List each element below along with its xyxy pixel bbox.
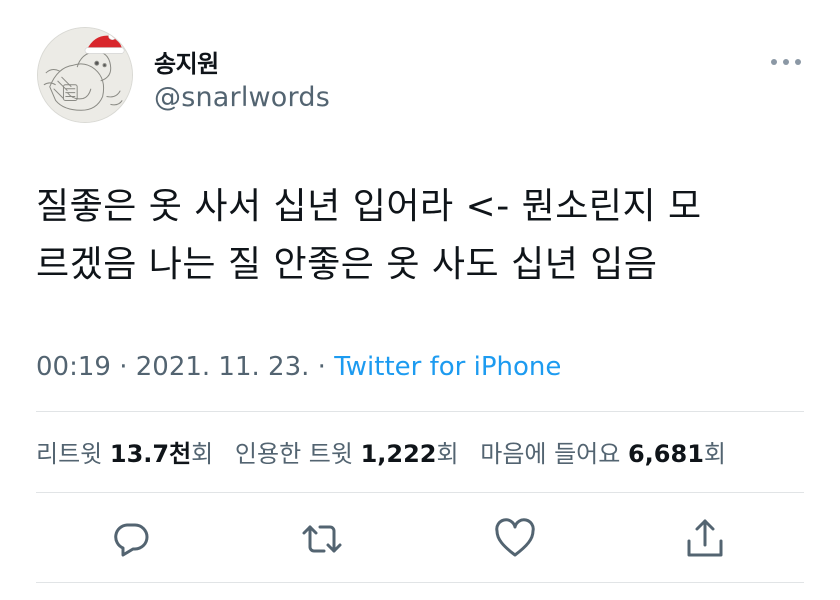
quotes-label: 인용한 트윗 bbox=[234, 440, 361, 468]
divider bbox=[36, 582, 804, 583]
retweets-stat[interactable]: 리트윗 13.7천회 bbox=[36, 440, 213, 468]
heart-icon bbox=[495, 518, 535, 557]
retweet-button[interactable] bbox=[300, 517, 344, 561]
retweet-icon bbox=[302, 525, 342, 553]
tweet-stats: 리트윗 13.7천회 인용한 트윗 1,222회 마음에 들어요 6,681회 bbox=[36, 434, 740, 469]
reply-icon bbox=[114, 523, 149, 557]
like-button[interactable] bbox=[493, 517, 537, 561]
tweet-detail: 송지원 @snarlwords 질좋은 옷 사서 십년 입어라 <- 뭔소린지 … bbox=[0, 0, 840, 600]
bear-santa-avatar-image bbox=[38, 28, 132, 122]
likes-count: 6,681 bbox=[627, 440, 704, 468]
quotes-stat[interactable]: 인용한 트윗 1,222회 bbox=[235, 440, 459, 468]
likes-stat[interactable]: 마음에 들어요 6,681회 bbox=[480, 440, 726, 468]
tweet-date[interactable]: 2021. 11. 23. bbox=[136, 352, 310, 382]
divider bbox=[36, 492, 804, 493]
quotes-unit: 회 bbox=[436, 440, 459, 468]
divider bbox=[36, 411, 804, 412]
more-dots-icon[interactable] bbox=[768, 52, 808, 72]
tweet-source-link[interactable]: Twitter for iPhone bbox=[334, 352, 561, 382]
likes-unit: 회 bbox=[703, 440, 726, 468]
meta-separator: · bbox=[110, 352, 136, 382]
author-handle[interactable]: @snarlwords bbox=[154, 82, 330, 113]
reply-button[interactable] bbox=[109, 517, 153, 561]
author-display-name[interactable]: 송지원 bbox=[154, 44, 219, 79]
retweets-label: 리트윗 bbox=[36, 440, 110, 468]
tweet-text-line: 질좋은 옷 사서 십년 입어라 <- 뭔소린지 모 bbox=[36, 186, 702, 227]
share-icon bbox=[687, 519, 723, 557]
likes-label: 마음에 들어요 bbox=[480, 440, 628, 468]
tweet-text: 질좋은 옷 사서 십년 입어라 <- 뭔소린지 모 르겠음 나는 질 안좋은 옷… bbox=[36, 178, 816, 294]
tweet-time[interactable]: 00:19 bbox=[36, 352, 111, 382]
tweet-text-line: 르겠음 나는 질 안좋은 옷 사도 십년 입음 bbox=[36, 244, 658, 285]
quotes-count: 1,222 bbox=[360, 440, 437, 468]
retweets-unit: 회 bbox=[191, 440, 214, 468]
tweet-meta: 00:19 · 2021. 11. 23. · Twitter for iPho… bbox=[36, 352, 561, 382]
meta-separator: · bbox=[309, 352, 335, 382]
retweets-count: 13.7천 bbox=[109, 440, 192, 468]
avatar[interactable] bbox=[37, 27, 133, 123]
share-button[interactable] bbox=[683, 517, 727, 561]
